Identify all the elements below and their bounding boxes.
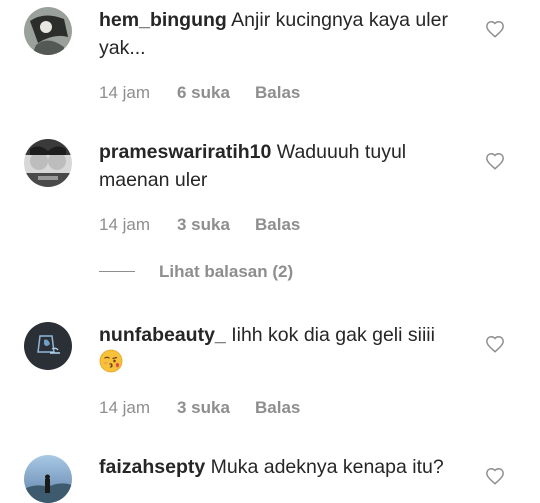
username[interactable]: nunfabeauty_ (99, 324, 226, 346)
username[interactable]: prameswariratih10 (99, 141, 271, 163)
comment-text: faizahsepty Muka adeknya kenapa itu? (99, 453, 459, 481)
like-count[interactable]: 6 suka (177, 83, 255, 103)
comment-body: Iihh kok dia gak geli siiii (231, 324, 435, 346)
username[interactable]: faizahsepty (99, 456, 205, 478)
like-count[interactable]: 3 suka (177, 215, 255, 235)
timestamp: 14 jam (99, 215, 151, 234)
comment-meta: 14 jam 6 suka Balas (99, 83, 300, 103)
avatar[interactable] (24, 139, 72, 187)
view-replies-label: Lihat balasan (2) (159, 262, 294, 281)
heart-icon[interactable] (485, 335, 505, 353)
comment-meta: 14 jam 3 suka Balas (99, 398, 300, 418)
divider-line (99, 271, 135, 273)
avatar[interactable] (24, 322, 72, 370)
reply-button[interactable]: Balas (255, 398, 300, 418)
comment-meta: 14 jam 3 suka Balas (99, 215, 300, 235)
kissing-face-icon (99, 349, 123, 373)
avatar[interactable] (24, 455, 72, 503)
comment-text: nunfabeauty_ Iihh kok dia gak geli siiii (99, 321, 459, 377)
timestamp: 14 jam (99, 398, 151, 417)
comment-text: prameswariratih10 Waduuuh tuyul maenan u… (99, 138, 459, 194)
like-count[interactable]: 3 suka (177, 398, 255, 418)
reply-button[interactable]: Balas (255, 215, 300, 235)
reply-button[interactable]: Balas (255, 83, 300, 103)
heart-icon[interactable] (485, 467, 505, 485)
heart-icon[interactable] (485, 20, 505, 38)
username[interactable]: hem_bingung (99, 9, 227, 31)
view-replies-button[interactable]: Lihat balasan (2) (99, 262, 293, 284)
comment-text: hem_bingung Anjir kucingnya kaya uler ya… (99, 6, 459, 62)
avatar[interactable] (24, 7, 72, 55)
timestamp: 14 jam (99, 83, 151, 102)
heart-icon[interactable] (485, 152, 505, 170)
comment-body: Muka adeknya kenapa itu? (210, 456, 444, 478)
